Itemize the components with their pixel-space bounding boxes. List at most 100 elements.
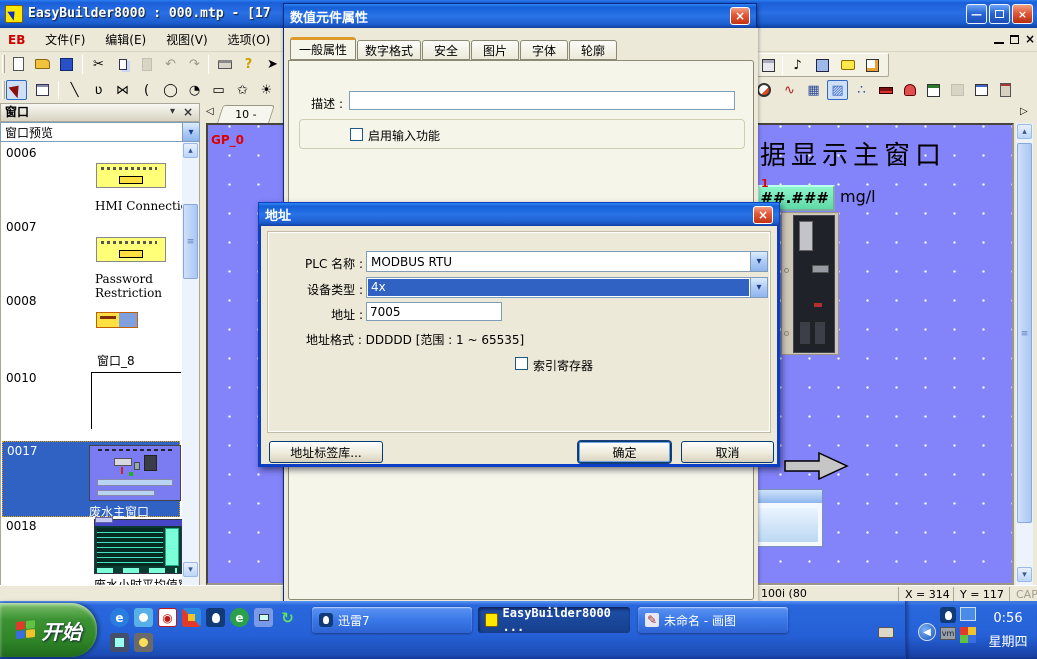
window-tab[interactable]: 10 - [217,105,275,123]
mdi-minimize-icon[interactable] [994,34,1004,44]
tab-font[interactable]: 字体 [520,40,568,60]
browser-e-icon[interactable]: e [230,608,249,627]
restore-button[interactable] [989,4,1010,24]
open-file-icon[interactable] [32,54,53,74]
network-tray-icon[interactable] [960,607,976,621]
canvas-heading[interactable]: 据显示主窗口 [760,135,946,172]
new-file-icon[interactable] [8,54,29,74]
utility-icon[interactable] [134,633,153,652]
data-sampling-icon[interactable] [947,80,968,100]
sidebar-scrollbar[interactable]: ▴ ≡ ▾ [182,142,199,590]
window-item-id[interactable]: 0006 [6,146,37,160]
select-tool-icon[interactable] [6,80,27,100]
window-item-thumbnail[interactable] [91,372,181,429]
tag-library-icon[interactable] [837,55,858,75]
tab-numeric-format[interactable]: 数字格式 [357,40,421,60]
polygon-tool-icon[interactable]: ◯ [160,80,181,100]
macro-icon[interactable] [812,55,833,75]
description-input[interactable] [349,91,735,110]
index-register-checkbox[interactable] [515,357,528,370]
data-transfer-icon[interactable] [995,80,1016,100]
ok-button[interactable]: 确定 [578,441,671,463]
schedule-icon[interactable] [971,80,992,100]
canvas-scroll-up-icon[interactable]: ▴ [1017,124,1032,139]
address-dialog-close-icon[interactable]: × [753,206,773,224]
panel-menu-icon[interactable]: ▾ [170,106,175,117]
tab-picture[interactable]: 图片 [471,40,519,60]
redo-icon[interactable]: ↷ [184,54,205,74]
window-item-selected[interactable]: 0017 废水主窗口 [2,441,180,517]
arc-tool-icon[interactable]: ( [136,80,157,100]
vm-tray-icon[interactable]: vm [940,627,956,640]
device-combo-chevron-icon[interactable]: ▾ [750,278,767,297]
star-tool-icon[interactable]: ✩ [232,80,253,100]
plc-combo-chevron-icon[interactable]: ▾ [750,252,767,271]
rectangle-tool-icon[interactable]: ▭ [208,80,229,100]
tray-penguin-icon[interactable] [940,607,956,623]
color-grid-icon[interactable] [182,608,201,627]
keyboard-tray-icon[interactable] [878,627,894,638]
address-input[interactable] [366,302,502,321]
properties-dialog-close-icon[interactable]: × [730,7,750,25]
panel-close-icon[interactable]: × [183,105,193,119]
start-button[interactable]: 开始 [0,603,97,657]
window-item-id[interactable]: 0008 [6,294,37,308]
canvas-scrollbar[interactable]: ▴ ≡ ▾ [1016,123,1033,585]
properties-dialog-titlebar[interactable]: 数值元件属性 × [284,4,756,28]
minimize-button[interactable]: — [966,4,987,24]
sound-library-icon[interactable]: ♪ [787,55,808,75]
archive-icon[interactable] [758,55,779,75]
close-button[interactable]: × [1012,4,1033,24]
window-item-id[interactable]: 0010 [6,371,37,385]
event-log-icon[interactable] [923,80,944,100]
task-xunlei[interactable]: 迅雷7 [312,607,472,633]
canvas-scroll-thumb[interactable]: ≡ [1017,143,1032,523]
trend-object-icon[interactable]: ∿ [779,80,800,100]
polyline-tool-icon[interactable]: ⋈ [112,80,133,100]
bar-object-icon[interactable] [875,80,896,100]
combo-chevron-icon[interactable]: ▾ [182,123,199,141]
copy-icon[interactable] [112,54,133,74]
window-item-thumbnail[interactable] [96,237,166,262]
unit-label-object[interactable]: mg/l [840,187,876,206]
pc-icon[interactable] [254,608,273,627]
clock-time[interactable]: 0:56 [982,611,1034,626]
window-item-thumbnail[interactable] [96,163,166,188]
task-paint[interactable]: ✎ 未命名 - 画图 [638,607,788,633]
line-tool-icon[interactable]: ╲ [64,80,85,100]
cancel-button[interactable]: 取消 [681,441,774,463]
window-preview-combo[interactable]: 窗口预览 ▾ [0,122,200,142]
mdi-restore-icon[interactable] [1010,35,1019,44]
window-item-thumbnail[interactable] [94,519,182,574]
toolbar-grip[interactable] [2,55,5,73]
menu-view[interactable]: 视图(V) [158,28,216,52]
menu-edit[interactable]: 编辑(E) [97,28,154,52]
scatter-object-icon[interactable]: ∴ [851,80,872,100]
freehand-tool-icon[interactable]: ʋ [88,80,109,100]
window-item-id[interactable]: 0007 [6,220,37,234]
burst-tool-icon[interactable]: ☀ [256,80,277,100]
toolbar-grip[interactable] [2,81,5,99]
paste-icon[interactable] [136,54,157,74]
enable-input-checkbox[interactable] [350,128,363,141]
window-item-thumbnail[interactable] [96,312,138,328]
grid-tray-icon[interactable] [960,627,976,643]
tab-security[interactable]: 安全 [422,40,470,60]
hide-icons-chevron-icon[interactable]: ◀ [918,623,936,641]
device-type-combo[interactable]: 4x ▾ [366,277,768,298]
save-icon[interactable] [56,54,77,74]
object-properties-icon[interactable] [32,80,53,100]
scroll-up-icon[interactable]: ▴ [183,143,198,158]
tag-library-button[interactable]: 地址标签库... [269,441,383,463]
window-item-id[interactable]: 0018 [6,519,37,533]
undo-icon[interactable]: ↶ [160,54,181,74]
print-icon[interactable] [214,54,235,74]
window-item-caption[interactable]: HMI Connection [95,199,196,213]
table-object-icon[interactable]: ▦ [803,80,824,100]
task-easybuilder[interactable]: EasyBuilder8000 ... [478,607,630,633]
clock-day[interactable]: 星期四 [982,631,1034,650]
picture-object-icon[interactable]: ▨ [827,80,848,100]
tool-icon[interactable] [110,633,129,652]
tab-profile[interactable]: 轮廓 [569,40,617,60]
tab-general[interactable]: 一般属性 [290,37,356,60]
